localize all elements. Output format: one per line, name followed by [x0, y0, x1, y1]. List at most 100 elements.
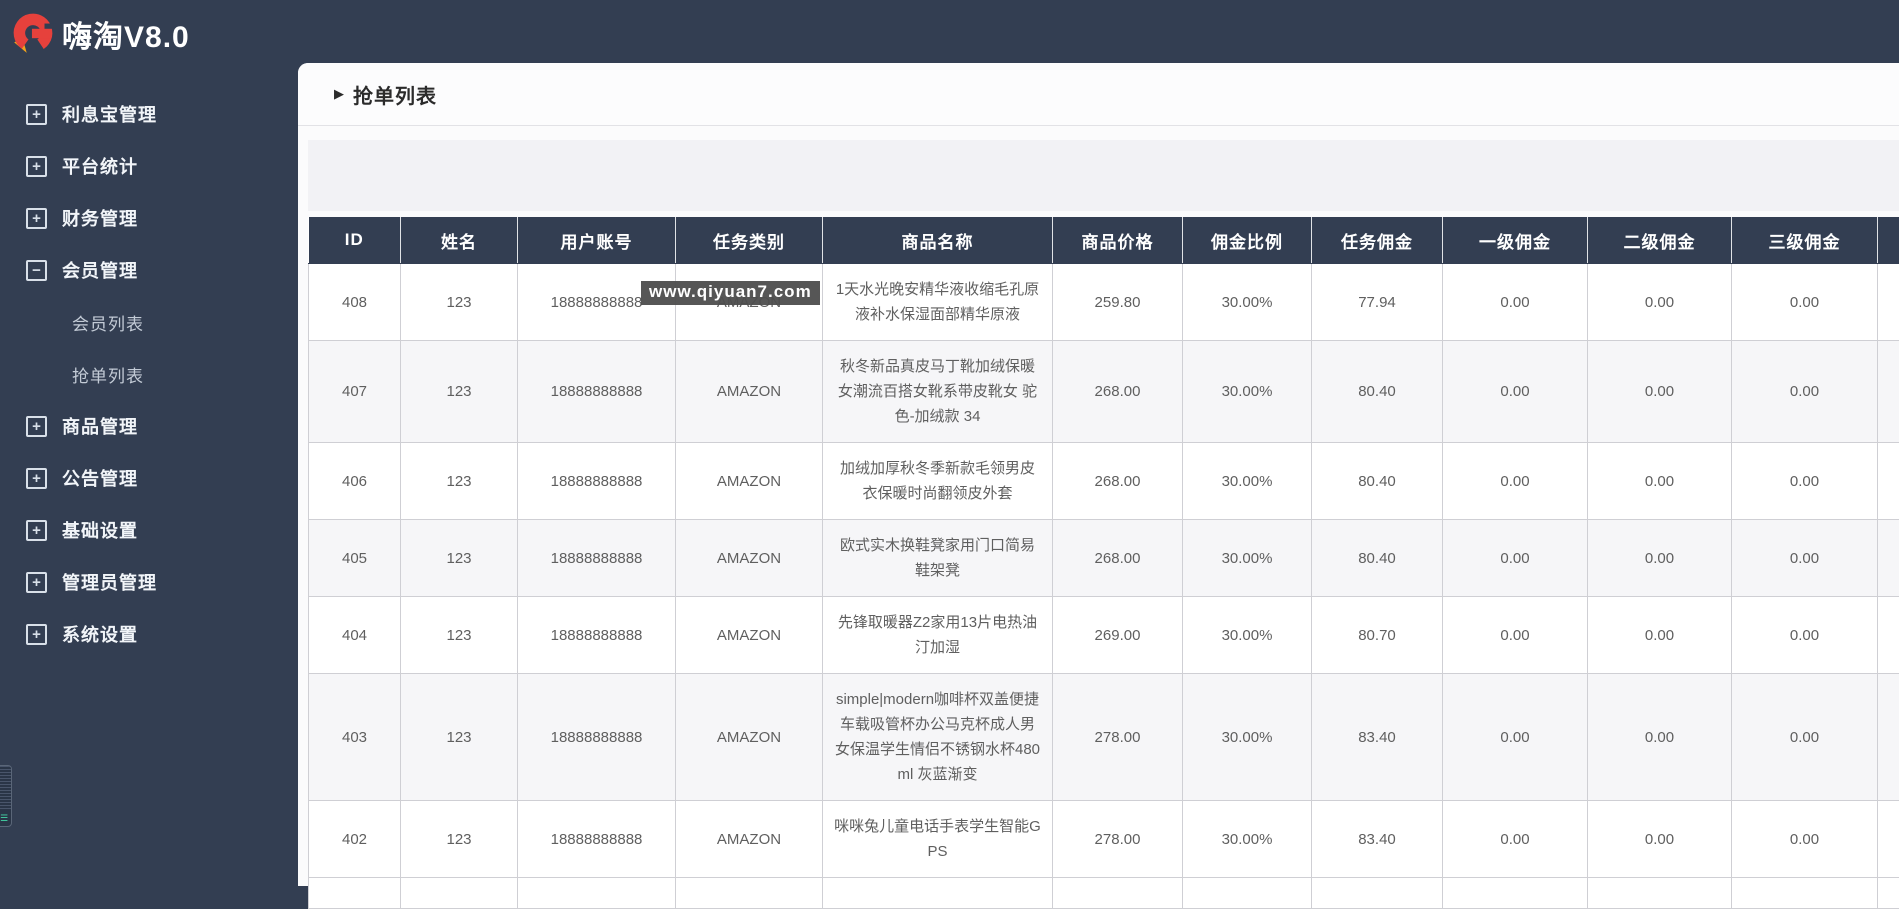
- sidebar-item-2[interactable]: + 财务管理: [0, 192, 298, 244]
- sidebar-item-6[interactable]: +基础设置: [0, 504, 298, 556]
- sidebar-subitem-label: 抢单列表: [72, 362, 144, 387]
- floating-widget[interactable]: ☰: [0, 765, 12, 827]
- table-cell: AMAZON: [676, 443, 823, 520]
- table-cell: 259.80: [1053, 264, 1183, 341]
- page-title: 抢单列表: [353, 80, 437, 109]
- expand-icon[interactable]: +: [26, 104, 47, 125]
- app-title: 嗨淘V8.0: [62, 12, 190, 56]
- table-cell: 0.00: [1443, 597, 1588, 674]
- table-row: 40312318888888888AMAZONsimple|modern咖啡杯双…: [309, 674, 1899, 801]
- table-cell: 403: [309, 674, 401, 801]
- table-cell: 1天水光晚安精华液收缩毛孔原液补水保湿面部精华原液: [823, 264, 1053, 341]
- table-cell: 0.00: [1588, 341, 1732, 443]
- table-cell: 80.40: [1312, 520, 1443, 597]
- menu-icon: ☰: [0, 811, 8, 826]
- table-cell: 30.00%: [1183, 597, 1312, 674]
- table-cell: AMAZON: [676, 674, 823, 801]
- table-cell: 0.00: [1588, 674, 1732, 801]
- column-header-5: 商品价格: [1053, 217, 1183, 264]
- table-cell: 123: [401, 597, 518, 674]
- table-row: 40412318888888888AMAZON先锋取暖器Z2家用13片电热油汀加…: [309, 597, 1899, 674]
- table-row-partial: [309, 878, 1899, 909]
- g-logo-icon: [10, 11, 56, 57]
- table-cell: 408: [309, 264, 401, 341]
- sidebar-subitem-label: 会员列表: [72, 310, 144, 335]
- expand-icon[interactable]: +: [26, 572, 47, 593]
- table-cell: 0.00: [1732, 443, 1878, 520]
- table-cell: 0.00: [1443, 341, 1588, 443]
- table-row: 40512318888888888AMAZON欧式实木换鞋凳家用门口简易鞋架凳2…: [309, 520, 1899, 597]
- table-cell: 30.00%: [1183, 801, 1312, 878]
- expand-icon[interactable]: +: [26, 156, 47, 177]
- table-cell: 405: [309, 520, 401, 597]
- table-cell: 83.40: [1312, 674, 1443, 801]
- table-cell: 406: [309, 443, 401, 520]
- table-row: 40712318888888888AMAZON秋冬新品真皮马丁靴加绒保暖女潮流百…: [309, 341, 1899, 443]
- expand-icon[interactable]: +: [26, 208, 47, 229]
- table-cell: 0.00: [1732, 674, 1878, 801]
- sidebar-item-0[interactable]: +利息宝管理: [0, 88, 298, 140]
- table-cell: AMAZON: [676, 520, 823, 597]
- table-cell: [1183, 878, 1312, 909]
- table-zone: ID姓名用户账号任务类别商品名称商品价格佣金比例任务佣金一级佣金二级佣金三级佣金…: [308, 140, 1899, 909]
- table-cell: 0.00: [1588, 520, 1732, 597]
- table-cell: 404: [309, 597, 401, 674]
- sidebar-item-label: 公告管理: [62, 465, 138, 491]
- table-cell: 18888888888: [518, 801, 676, 878]
- table-cell: [401, 878, 518, 909]
- expand-icon[interactable]: +: [26, 624, 47, 645]
- table-cell: 123: [401, 341, 518, 443]
- table-cell: [1732, 878, 1878, 909]
- table-cell: 268.00: [1053, 341, 1183, 443]
- sidebar-subitem-3-1[interactable]: 抢单列表: [0, 348, 298, 400]
- table-row: 40612318888888888AMAZON加绒加厚秋冬季新款毛领男皮衣保暖时…: [309, 443, 1899, 520]
- table-cell: AMAZON: [676, 341, 823, 443]
- collapse-icon[interactable]: −: [26, 260, 47, 281]
- table-cell: 0.00: [1443, 520, 1588, 597]
- table-cell: 80.40: [1312, 341, 1443, 443]
- table-header-row: ID姓名用户账号任务类别商品名称商品价格佣金比例任务佣金一级佣金二级佣金三级佣金: [309, 217, 1899, 264]
- sidebar-item-label: 财务管理: [62, 205, 138, 231]
- table-cell: 咪咪兔儿童电话手表学生智能GPS: [823, 801, 1053, 878]
- table-cell: [676, 878, 823, 909]
- table-cell: 18888888888: [518, 674, 676, 801]
- expand-icon[interactable]: +: [26, 520, 47, 541]
- sidebar-menu: +利息宝管理+平台统计+财务管理−会员管理会员列表抢单列表+商品管理+公告管理+…: [0, 88, 298, 660]
- expand-icon[interactable]: +: [26, 468, 47, 489]
- table-cell: 秋冬新品真皮马丁靴加绒保暖女潮流百搭女靴系带皮靴女 驼色-加绒款 34: [823, 341, 1053, 443]
- table-cell: [309, 878, 401, 909]
- sidebar-subitem-3-0[interactable]: 会员列表: [0, 296, 298, 348]
- table-cell: 0.00: [1443, 674, 1588, 801]
- sidebar-item-5[interactable]: + 公告管理: [0, 452, 298, 504]
- filter-toolbar: [308, 140, 1899, 211]
- table-cell: 83.40: [1312, 801, 1443, 878]
- table-cell: 0.00: [1443, 801, 1588, 878]
- table-cell: 123: [401, 801, 518, 878]
- column-header-1: 姓名: [401, 217, 518, 264]
- table-cell: simple|modern咖啡杯双盖便捷车载吸管杯办公马克杯成人男女保温学生情侣…: [823, 674, 1053, 801]
- table-cell: [518, 878, 676, 909]
- table-cell: AMAZON: [676, 801, 823, 878]
- table-cell: [1878, 520, 1899, 597]
- table-cell: 278.00: [1053, 674, 1183, 801]
- table-cell: 30.00%: [1183, 520, 1312, 597]
- table-cell: 402: [309, 801, 401, 878]
- table-cell: [1878, 443, 1899, 520]
- expand-icon[interactable]: +: [26, 416, 47, 437]
- sidebar-item-1[interactable]: +平台统计: [0, 140, 298, 192]
- sidebar-item-label: 管理员管理: [62, 569, 157, 595]
- table-cell: AMAZON: [676, 597, 823, 674]
- table-cell: 18888888888: [518, 341, 676, 443]
- sidebar-item-7[interactable]: + 管理员管理: [0, 556, 298, 608]
- sidebar-item-4[interactable]: +商品管理: [0, 400, 298, 452]
- column-header-8: 一级佣金: [1443, 217, 1588, 264]
- column-header-9: 二级佣金: [1588, 217, 1732, 264]
- column-header-0: ID: [309, 217, 401, 264]
- table-cell: [1878, 674, 1899, 801]
- caret-right-icon: ▶: [334, 86, 344, 102]
- sidebar-item-8[interactable]: +系统设置: [0, 608, 298, 660]
- table-cell: 0.00: [1588, 443, 1732, 520]
- table-cell: 123: [401, 520, 518, 597]
- sidebar-item-3[interactable]: −会员管理: [0, 244, 298, 296]
- table-cell: 18888888888: [518, 520, 676, 597]
